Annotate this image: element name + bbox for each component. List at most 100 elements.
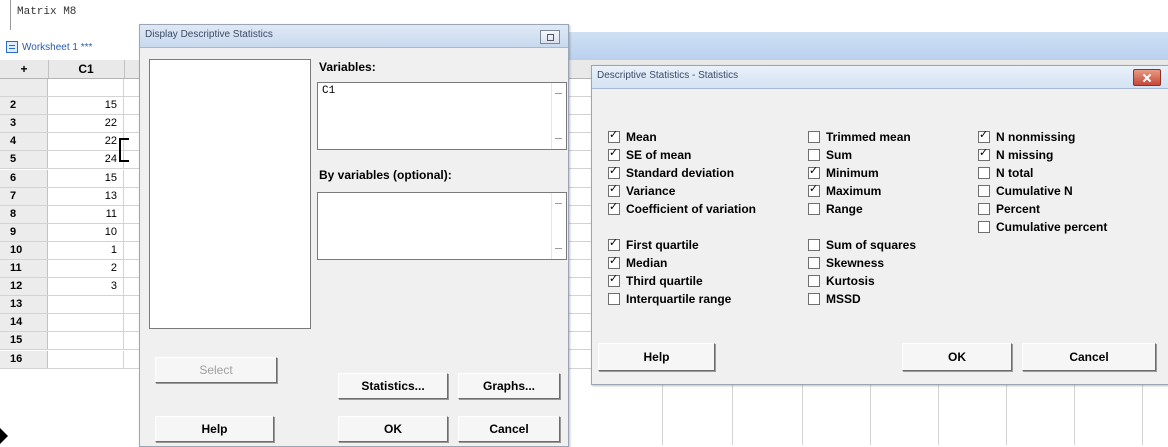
- checkbox[interactable]: [808, 239, 820, 251]
- option-n-missing[interactable]: N missing: [978, 146, 1053, 164]
- checkbox[interactable]: [808, 293, 820, 305]
- checkbox[interactable]: [608, 236, 620, 251]
- checkbox[interactable]: [808, 164, 820, 179]
- cell-c1[interactable]: [48, 314, 124, 332]
- ok-button[interactable]: OK: [338, 416, 448, 442]
- option-variance[interactable]: Variance: [608, 182, 675, 200]
- checkbox[interactable]: [608, 200, 620, 215]
- checkbox[interactable]: [608, 293, 620, 305]
- stats-ok-button[interactable]: OK: [902, 343, 1012, 371]
- cell-c1[interactable]: 13: [48, 187, 124, 205]
- row-number[interactable]: 2: [0, 97, 48, 115]
- checkbox[interactable]: [608, 272, 620, 287]
- variable-list[interactable]: [149, 59, 311, 329]
- option-minimum[interactable]: Minimum: [808, 164, 879, 182]
- stats-dialog-title-bar[interactable]: Descriptive Statistics - Statistics: [592, 66, 1168, 89]
- option-cumulative-n[interactable]: Cumulative N: [978, 182, 1073, 200]
- cell-c1[interactable]: [48, 332, 124, 350]
- select-button[interactable]: Select: [155, 357, 277, 383]
- cell-c1[interactable]: 3: [48, 278, 124, 296]
- checkbox[interactable]: [608, 182, 620, 197]
- option-n-total[interactable]: N total: [978, 164, 1033, 182]
- worksheet-title[interactable]: Worksheet 1 ***: [0, 36, 140, 58]
- option-se-mean[interactable]: SE of mean: [608, 146, 691, 164]
- stats-help-button[interactable]: Help: [598, 343, 715, 371]
- variables-input[interactable]: C1: [317, 82, 567, 150]
- cell-c1[interactable]: 2: [48, 260, 124, 278]
- checkbox[interactable]: [608, 146, 620, 161]
- cell-c1[interactable]: 15: [48, 169, 124, 187]
- option-skewness[interactable]: Skewness: [808, 254, 884, 272]
- row-number[interactable]: 15: [0, 332, 48, 350]
- row-number[interactable]: 4: [0, 133, 48, 151]
- row-number[interactable]: 16: [0, 350, 48, 368]
- checkbox[interactable]: [808, 275, 820, 287]
- checkbox[interactable]: [978, 203, 990, 215]
- column-header-plus[interactable]: +: [0, 60, 49, 78]
- row-number[interactable]: 12: [0, 278, 48, 296]
- cell-c1[interactable]: 15: [48, 97, 124, 115]
- dialog-title-bar[interactable]: Display Descriptive Statistics: [140, 25, 568, 48]
- cancel-button[interactable]: Cancel: [458, 416, 560, 442]
- by-variables-input[interactable]: [317, 192, 567, 260]
- checkbox[interactable]: [978, 185, 990, 197]
- cell-c1[interactable]: 1: [48, 241, 124, 259]
- option-n-nonmissing[interactable]: N nonmissing: [978, 128, 1075, 146]
- option-first-quartile[interactable]: First quartile: [608, 236, 699, 254]
- row-number[interactable]: 3: [0, 115, 48, 133]
- checkbox[interactable]: [978, 128, 990, 143]
- option-kurtosis[interactable]: Kurtosis: [808, 272, 875, 290]
- checkbox[interactable]: [808, 257, 820, 269]
- option-range[interactable]: Range: [808, 200, 863, 218]
- row-number[interactable]: 8: [0, 205, 48, 223]
- help-button[interactable]: Help: [155, 416, 274, 442]
- option-coefficient-of-variation[interactable]: Coefficient of variation: [608, 200, 756, 218]
- row-number[interactable]: 13: [0, 296, 48, 314]
- cell-c1[interactable]: [48, 79, 124, 97]
- cell-c1[interactable]: 24: [48, 151, 124, 169]
- restore-icon[interactable]: [540, 30, 560, 44]
- cell-c1[interactable]: 10: [48, 223, 124, 241]
- column-header-c1[interactable]: C1: [48, 60, 125, 78]
- close-icon[interactable]: [1133, 69, 1161, 86]
- option-third-quartile[interactable]: Third quartile: [608, 272, 703, 290]
- option-median[interactable]: Median: [608, 254, 667, 272]
- checkbox[interactable]: [608, 254, 620, 269]
- row-number[interactable]: 10: [0, 241, 48, 259]
- option-mean[interactable]: Mean: [608, 128, 657, 146]
- variables-scrollbar[interactable]: [551, 83, 566, 149]
- stats-cancel-button[interactable]: Cancel: [1022, 343, 1156, 371]
- cell-c1[interactable]: 11: [48, 205, 124, 223]
- option-sum-of-squares[interactable]: Sum of squares: [808, 236, 916, 254]
- option-interquartile-range[interactable]: Interquartile range: [608, 290, 731, 308]
- option-cumulative-percent[interactable]: Cumulative percent: [978, 218, 1107, 236]
- option-mssd[interactable]: MSSD: [808, 290, 861, 308]
- by-variables-scrollbar[interactable]: [551, 193, 566, 259]
- row-number[interactable]: [0, 79, 48, 97]
- row-number[interactable]: 14: [0, 314, 48, 332]
- option-sum[interactable]: Sum: [808, 146, 852, 164]
- statistics-button[interactable]: Statistics...: [338, 373, 448, 399]
- checkbox[interactable]: [608, 164, 620, 179]
- checkbox[interactable]: [808, 182, 820, 197]
- option-percent[interactable]: Percent: [978, 200, 1040, 218]
- cell-c1[interactable]: 22: [48, 115, 124, 133]
- checkbox[interactable]: [808, 131, 820, 143]
- checkbox[interactable]: [978, 167, 990, 179]
- checkbox[interactable]: [978, 146, 990, 161]
- checkbox[interactable]: [808, 203, 820, 215]
- option-standard-deviation[interactable]: Standard deviation: [608, 164, 734, 182]
- checkbox[interactable]: [808, 149, 820, 161]
- option-maximum[interactable]: Maximum: [808, 182, 881, 200]
- cell-c1[interactable]: 22: [48, 133, 124, 151]
- checkbox[interactable]: [608, 128, 620, 143]
- checkbox[interactable]: [978, 221, 990, 233]
- row-number[interactable]: 7: [0, 187, 48, 205]
- row-number[interactable]: 6: [0, 169, 48, 187]
- row-number[interactable]: 5: [0, 151, 48, 169]
- cell-c1[interactable]: [48, 350, 124, 368]
- row-number[interactable]: 11: [0, 260, 48, 278]
- row-number[interactable]: 9: [0, 223, 48, 241]
- cell-c1[interactable]: [48, 296, 124, 314]
- option-trimmed-mean[interactable]: Trimmed mean: [808, 128, 911, 146]
